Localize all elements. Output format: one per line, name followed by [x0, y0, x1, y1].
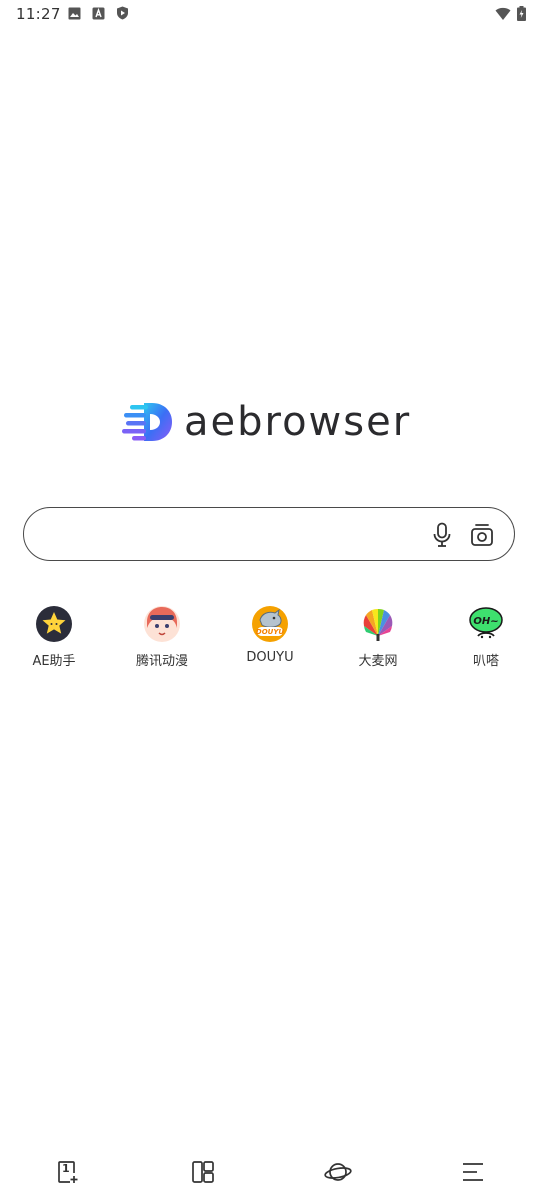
discover-button[interactable]	[324, 1158, 352, 1186]
layout-button[interactable]	[189, 1158, 217, 1186]
system-icons	[495, 6, 526, 21]
menu-button[interactable]	[459, 1158, 487, 1186]
douyu-shark-icon: DOUYU	[252, 606, 288, 642]
anime-girl-icon	[144, 606, 180, 642]
svg-text:DOUYU: DOUYU	[256, 628, 285, 636]
shortcut-label: 叭嗒	[472, 654, 499, 669]
shortcut-damai[interactable]: 大麦网	[333, 606, 423, 672]
bottom-navigation: 1	[0, 1150, 540, 1194]
browser-home-screen: 11:27 aebrowser AE助手 腾讯动漫 DOUYU DOUYU 大麦…	[0, 0, 540, 1200]
status-time: 11:27	[16, 5, 61, 23]
aebrowser-logo-icon	[122, 403, 172, 441]
search-input[interactable]	[48, 508, 432, 562]
damai-fan-icon	[363, 608, 393, 641]
image-icon	[68, 7, 81, 19]
shortcut-ae-assistant[interactable]: AE助手	[9, 606, 99, 672]
microphone-icon[interactable]	[430, 522, 454, 548]
bada-chat-icon: OH~	[469, 607, 503, 639]
shortcut-grid: AE助手 腾讯动漫 DOUYU DOUYU 大麦网 OH~ 叭嗒	[0, 606, 540, 676]
tabs-button[interactable]: 1	[54, 1158, 82, 1186]
shortcut-douyu[interactable]: DOUYU DOUYU	[225, 606, 315, 672]
layout-icon	[192, 1161, 214, 1183]
shortcut-label: 腾讯动漫	[135, 654, 188, 669]
wifi-icon	[495, 7, 511, 20]
status-bar: 11:27	[0, 0, 540, 28]
star-avatar-icon	[36, 606, 72, 642]
menu-icon	[463, 1163, 483, 1181]
camera-scan-icon[interactable]	[470, 522, 494, 548]
text-a-icon	[92, 7, 105, 19]
shortcut-label: 大麦网	[358, 654, 398, 669]
battery-icon	[517, 6, 526, 21]
logo-text: aebrowser	[184, 399, 412, 445]
shortcut-label: AE助手	[32, 654, 76, 669]
notification-icons	[68, 6, 129, 20]
shortcut-label: DOUYU	[246, 650, 294, 665]
app-logo: aebrowser	[122, 398, 411, 446]
tab-count: 1	[62, 1162, 70, 1175]
shortcut-bada[interactable]: OH~ 叭嗒	[441, 606, 531, 672]
svg-text:OH~: OH~	[473, 616, 498, 627]
search-bar[interactable]	[23, 507, 515, 562]
shortcut-tencent-comic[interactable]: 腾讯动漫	[117, 606, 207, 672]
shield-play-icon	[117, 6, 128, 20]
planet-icon	[324, 1163, 352, 1181]
